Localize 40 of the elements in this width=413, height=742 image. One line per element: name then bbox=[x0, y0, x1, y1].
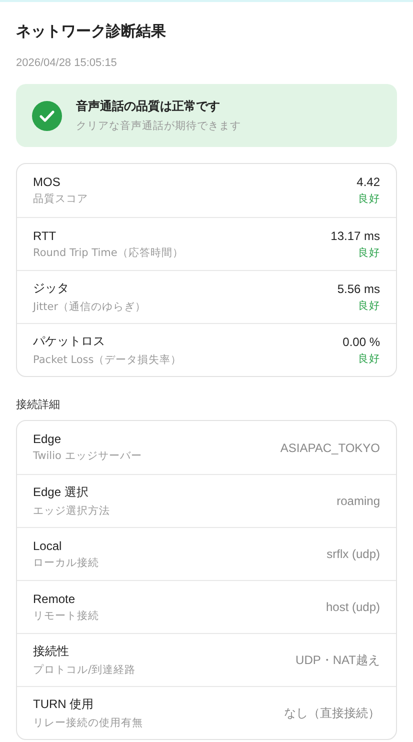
metric-value: 13.17 ms bbox=[330, 228, 380, 242]
detail-description: Twilio エッジサーバー bbox=[33, 449, 142, 463]
metric-name: MOS bbox=[33, 175, 62, 189]
status-headline: 音声通話の品質は正常です bbox=[76, 98, 221, 115]
detail-name: Edge bbox=[33, 432, 62, 446]
detail-name: 接続性 bbox=[33, 643, 70, 660]
timestamp: 2026/04/28 15:05:15 bbox=[16, 57, 118, 69]
section-heading: 接続詳細 bbox=[16, 397, 61, 412]
detail-description: リモート接続 bbox=[33, 608, 99, 622]
detail-description: ローカル接続 bbox=[33, 556, 99, 570]
metric-description: 品質スコア bbox=[33, 192, 88, 206]
metric-description: Packet Loss（データ損失率） bbox=[33, 353, 182, 367]
detail-name: Edge 選択 bbox=[33, 484, 90, 501]
detail-value: roaming bbox=[336, 494, 380, 508]
metric-value: 4.42 bbox=[356, 175, 380, 189]
detail-value: なし（直接接続） bbox=[284, 704, 380, 722]
metric-value: 0.00 % bbox=[342, 334, 380, 348]
detail-value: UDP・NAT越え bbox=[296, 652, 380, 668]
metric-name: パケットロス bbox=[33, 333, 106, 350]
metric-rating: 良好 bbox=[358, 298, 380, 312]
detail-value: srflx (udp) bbox=[326, 547, 380, 561]
detail-description: エッジ選択方法 bbox=[33, 504, 110, 518]
check-icon bbox=[32, 100, 62, 130]
metric-value: 5.56 ms bbox=[337, 282, 380, 296]
page-title: ネットワーク診断結果 bbox=[16, 22, 167, 41]
detail-description: プロトコル/到達経路 bbox=[33, 663, 136, 677]
metric-rating: 良好 bbox=[358, 192, 380, 206]
status-detail: クリアな音声通話が期待できます bbox=[76, 119, 241, 133]
metric-rating: 良好 bbox=[358, 246, 380, 260]
detail-value: ASIAPAC_TOKYO bbox=[280, 440, 380, 454]
metric-name: ジッタ bbox=[33, 280, 70, 297]
detail-name: Local bbox=[33, 538, 63, 552]
detail-name: TURN 使用 bbox=[33, 696, 95, 713]
detail-name: Remote bbox=[33, 592, 76, 606]
metric-rating: 良好 bbox=[358, 352, 380, 366]
metric-description: Jitter（通信のゆらぎ） bbox=[33, 300, 146, 314]
detail-description: リレー接続の使用有無 bbox=[33, 716, 143, 730]
metric-name: RTT bbox=[33, 228, 58, 242]
detail-value: host (udp) bbox=[326, 600, 380, 614]
metric-description: Round Trip Time（応答時間） bbox=[33, 246, 184, 260]
